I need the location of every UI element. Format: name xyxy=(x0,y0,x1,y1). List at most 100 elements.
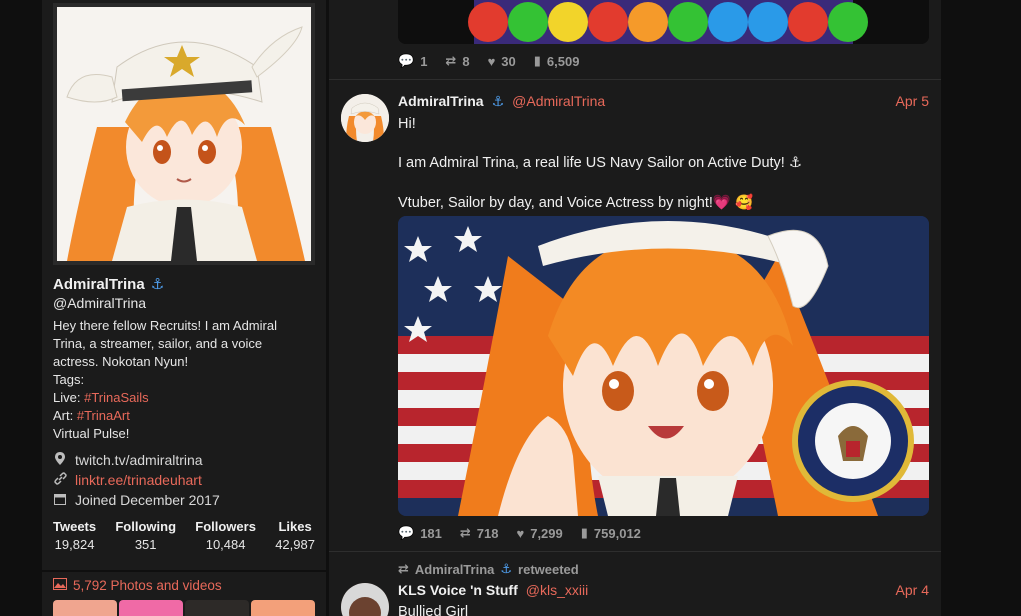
tweet-text-line: Bullied Girl xyxy=(398,604,469,616)
profile-location: twitch.tv/admiraltrina xyxy=(53,452,203,468)
retweet-count: 8 xyxy=(462,53,470,69)
calendar-icon xyxy=(53,493,67,508)
profile-stats: Tweets 19,824 Following 351 Followers 10… xyxy=(53,519,315,552)
tweet-author-name[interactable]: KLS Voice 'n Stuff xyxy=(398,582,518,598)
media-thumb[interactable] xyxy=(119,600,183,616)
bio-line: actress. Nokotan Nyun! xyxy=(53,354,189,369)
anchor-icon: ⚓ xyxy=(150,276,165,293)
stat-label: Following xyxy=(115,519,177,534)
hashtag-link[interactable]: #TrinaArt xyxy=(77,408,130,423)
retweet-action[interactable]: ⇄ 8 xyxy=(445,53,469,69)
media-thumb[interactable] xyxy=(185,600,249,616)
profile-link[interactable]: linktr.ee/trinadeuhart xyxy=(53,472,202,488)
retweet-icon: ⇄ xyxy=(445,53,457,68)
anchor-icon: ⚓ xyxy=(491,93,505,109)
tweet-author-name[interactable]: AdmiralTrina xyxy=(398,93,484,109)
stat-tweets[interactable]: Tweets 19,824 xyxy=(53,519,96,552)
retweet-icon: ⇄ xyxy=(398,561,409,576)
bio-line: Hey there fellow Recruits! I am Admiral xyxy=(53,318,277,333)
hashtag-link[interactable]: #TrinaSails xyxy=(84,390,149,405)
heart-icon: ♥ xyxy=(516,525,525,541)
tweet-header: AdmiralTrina ⚓ @AdmiralTrina Apr 5 xyxy=(398,93,929,110)
stat-value: 19,824 xyxy=(54,537,95,552)
views-action[interactable]: ▮ 6,509 xyxy=(534,53,580,69)
bio-line: Trina, a streamer, sailor, and a voice xyxy=(53,336,263,351)
views-action[interactable]: ▮ 759,012 xyxy=(581,525,641,541)
profile-joined: Joined December 2017 xyxy=(53,492,220,508)
tweet-divider xyxy=(329,79,941,80)
reply-action[interactable]: 💬 1 xyxy=(398,53,427,69)
profile-name: AdmiralTrina ⚓ xyxy=(53,275,164,293)
profile-link-text[interactable]: linktr.ee/trinadeuhart xyxy=(75,472,202,488)
location-text: twitch.tv/admiraltrina xyxy=(75,452,203,468)
tweet-text-line: Vtuber, Sailor by day, and Voice Actress… xyxy=(398,195,754,211)
tweet-media[interactable] xyxy=(398,0,929,44)
media-title-text: 5,792 Photos and videos xyxy=(73,578,222,593)
tweet-date[interactable]: Apr 5 xyxy=(896,93,929,109)
reply-count: 1 xyxy=(420,53,428,69)
media-title[interactable]: 5,792 Photos and videos xyxy=(53,578,222,593)
bar-chart-icon: ▮ xyxy=(580,525,588,540)
stat-following[interactable]: Following 351 xyxy=(115,519,176,552)
stat-likes[interactable]: Likes 42,987 xyxy=(275,519,315,552)
photo-icon xyxy=(53,578,67,593)
tweet-avatar[interactable] xyxy=(341,94,389,142)
bio-line: Tags: xyxy=(53,372,85,387)
media-thumb[interactable] xyxy=(251,600,315,616)
like-count: 30 xyxy=(501,53,516,69)
bio-art-label: Art: xyxy=(53,408,74,423)
retweeter-name[interactable]: AdmiralTrina xyxy=(415,562,494,577)
tweet-date[interactable]: Apr 4 xyxy=(896,582,929,598)
bio-live-line: Live: #TrinaSails xyxy=(53,389,315,407)
bio-art-line: Art: #TrinaArt xyxy=(53,407,315,425)
retweeted-label: retweeted xyxy=(518,561,579,577)
reply-icon: 💬 xyxy=(398,53,415,68)
profile-bio: Hey there fellow Recruits! I am Admiral … xyxy=(53,317,315,443)
like-count: 7,299 xyxy=(530,525,563,541)
tweet-author-handle[interactable]: @AdmiralTrina xyxy=(512,93,605,109)
tweet-media[interactable] xyxy=(398,216,929,516)
tweet-text-line: Hi! xyxy=(398,116,416,132)
like-action[interactable]: ♥ 30 xyxy=(488,53,516,69)
reply-action[interactable]: 💬 181 xyxy=(398,525,442,541)
media-thumb[interactable] xyxy=(53,600,117,616)
tweet-feed: 💬 1 ⇄ 8 ♥ 30 ▮ 6,509 AdmiralTrina ⚓ @Admiral… xyxy=(329,0,941,616)
tweet-author-handle[interactable]: @kls_xxiii xyxy=(526,582,588,598)
tweet-actions: 💬 181 ⇄ 718 ♥ 7,299 ▮ 759,012 xyxy=(398,525,641,541)
link-icon xyxy=(53,472,67,488)
anchor-icon: ⚓ xyxy=(500,561,513,576)
reply-count: 181 xyxy=(420,525,442,541)
stat-label: Tweets xyxy=(53,519,97,534)
stat-value: 10,484 xyxy=(205,537,246,552)
joined-text: Joined December 2017 xyxy=(75,492,220,508)
tweet-actions: 💬 1 ⇄ 8 ♥ 30 ▮ 6,509 xyxy=(398,53,579,69)
bio-line: Virtual Pulse! xyxy=(53,426,130,441)
retweet-icon: ⇄ xyxy=(459,525,471,540)
view-count: 759,012 xyxy=(593,525,641,541)
media-card: 5,792 Photos and videos xyxy=(42,572,326,616)
tweet-header: KLS Voice 'n Stuff @kls_xxiii Apr 4 xyxy=(398,582,929,598)
stat-label: Likes xyxy=(278,519,312,534)
bar-chart-icon: ▮ xyxy=(533,53,541,68)
tweet-avatar[interactable] xyxy=(341,583,389,616)
reply-icon: 💬 xyxy=(398,525,415,540)
tweet-text-line: I am Admiral Trina, a real life US Navy … xyxy=(398,155,802,171)
profile-name-text: AdmiralTrina xyxy=(53,276,145,293)
stat-label: Followers xyxy=(195,519,256,534)
stat-value: 351 xyxy=(134,537,157,552)
retweet-count: 718 xyxy=(476,525,499,541)
stat-value: 42,987 xyxy=(275,537,315,552)
bio-live-label: Live: xyxy=(53,390,81,405)
like-action[interactable]: ♥ 7,299 xyxy=(517,525,563,541)
profile-avatar[interactable] xyxy=(53,3,315,265)
stat-followers[interactable]: Followers 10,484 xyxy=(195,519,256,552)
view-count: 6,509 xyxy=(546,53,580,69)
tweet-divider xyxy=(329,551,941,552)
profile-card: AdmiralTrina ⚓ @AdmiralTrina Hey there fe… xyxy=(42,0,326,570)
profile-handle: @AdmiralTrina xyxy=(53,295,147,311)
location-pin-icon xyxy=(53,452,67,468)
retweet-banner: ⇄ AdmiralTrina ⚓ retweeted xyxy=(398,561,579,577)
retweet-action[interactable]: ⇄ 718 xyxy=(460,525,499,541)
heart-icon: ♥ xyxy=(487,53,496,69)
profile-avatar-image xyxy=(57,7,311,261)
